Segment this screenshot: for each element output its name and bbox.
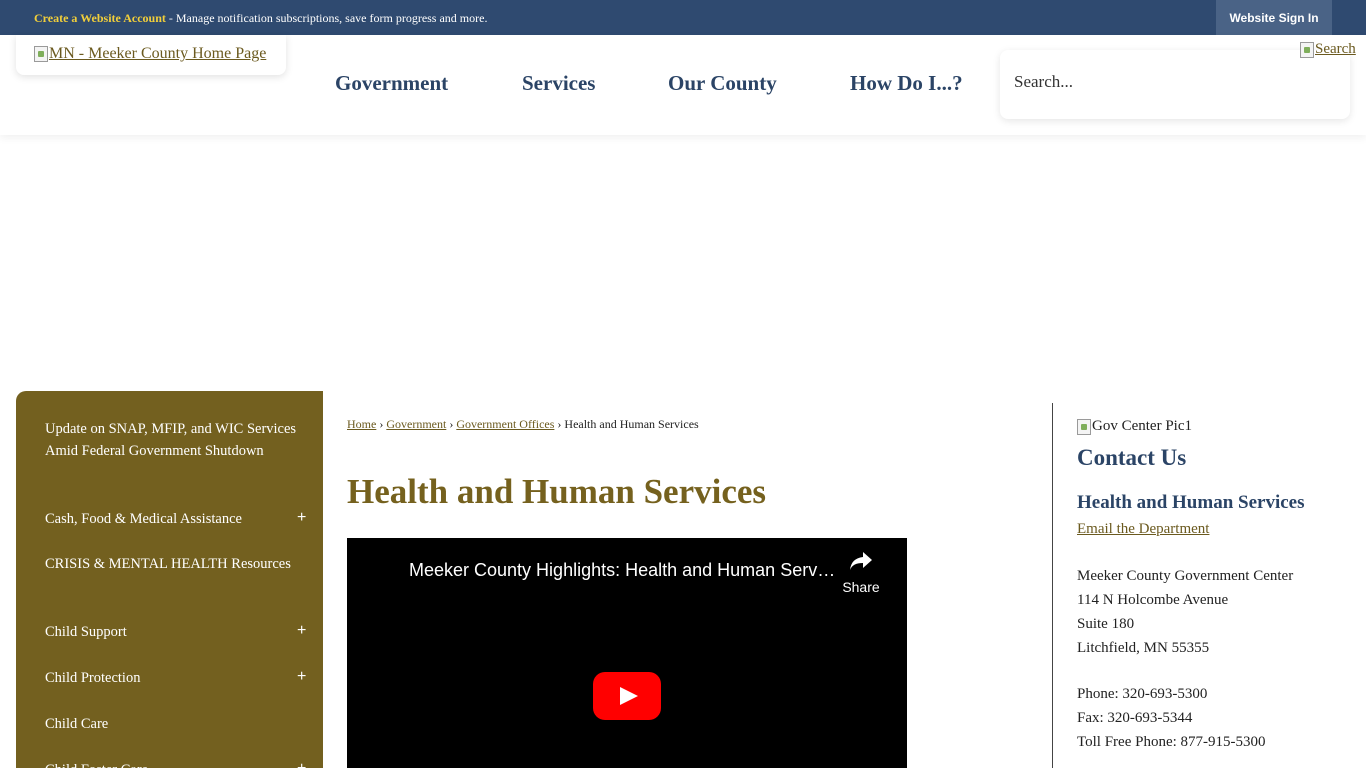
broken-image-icon — [1077, 418, 1091, 435]
share-icon — [850, 552, 872, 570]
breadcrumb-separator: › — [379, 417, 384, 431]
share-button[interactable]: Share — [835, 550, 887, 595]
contact-heading: Contact Us — [1077, 445, 1187, 470]
address-line: Meeker County Government Center — [1077, 568, 1294, 584]
search-icon — [1300, 41, 1314, 58]
gov-center-image: Gov Center Pic1 — [1077, 418, 1192, 435]
department-name: Health and Human Services — [1077, 492, 1305, 513]
nav-government[interactable]: Government — [335, 71, 448, 96]
search-button-alt: Search — [1315, 41, 1356, 57]
content-divider — [1052, 403, 1053, 768]
play-icon[interactable] — [593, 672, 661, 720]
video-player[interactable]: Meeker County Highlights: Health and Hum… — [347, 538, 907, 768]
breadcrumb-separator: › — [557, 417, 562, 431]
sidebar-item-child-foster-care[interactable]: Child Foster Care — [45, 760, 305, 768]
nav-our-county[interactable]: Our County — [668, 71, 777, 96]
logo-card: MN - Meeker County Home Page — [16, 35, 286, 75]
nav-services[interactable]: Services — [522, 71, 595, 96]
breadcrumb-home[interactable]: Home — [347, 417, 376, 431]
home-logo-link[interactable]: MN - Meeker County Home Page — [34, 45, 266, 63]
sidebar-item-child-protection[interactable]: Child Protection — [45, 668, 305, 690]
search-box — [1000, 50, 1350, 119]
toll-free-number: Toll Free Phone: 877-915-5300 — [1077, 734, 1266, 750]
sidebar-item-snap-update[interactable]: Update on SNAP, MFIP, and WIC Services A… — [45, 419, 305, 462]
broken-image-icon — [34, 46, 48, 62]
sidebar-item-child-care[interactable]: Child Care — [45, 714, 305, 736]
sidebar-item-cash-food-medical[interactable]: Cash, Food & Medical Assistance — [45, 509, 305, 531]
breadcrumb: Home › Government › Government Offices ›… — [347, 417, 699, 432]
video-title[interactable]: Meeker County Highlights: Health and Hum… — [409, 560, 839, 581]
breadcrumb-current: Health and Human Services — [564, 417, 699, 431]
address-line: Litchfield, MN 55355 — [1077, 640, 1210, 656]
page-title: Health and Human Services — [347, 472, 767, 511]
sidebar-item-crisis-mental-health[interactable]: CRISIS & MENTAL HEALTH Resources — [45, 554, 305, 576]
breadcrumb-government-offices[interactable]: Government Offices — [456, 417, 554, 431]
notification-message: Create a Website Account - Manage notifi… — [34, 11, 487, 26]
breadcrumb-government[interactable]: Government — [386, 417, 446, 431]
notification-bar: Create a Website Account - Manage notifi… — [0, 0, 1366, 35]
fax-number: Fax: 320-693-5344 — [1077, 710, 1193, 726]
address-line: Suite 180 — [1077, 616, 1135, 632]
expand-plus-icon[interactable]: + — [297, 622, 306, 640]
logo-alt-text: MN - Meeker County Home Page — [49, 45, 267, 62]
share-label: Share — [842, 579, 880, 595]
expand-plus-icon[interactable]: + — [297, 760, 306, 768]
sign-in-button[interactable]: Website Sign In — [1216, 0, 1332, 35]
breadcrumb-separator: › — [449, 417, 454, 431]
nav-how-do-i[interactable]: How Do I...? — [850, 71, 963, 96]
phone-number: Phone: 320-693-5300 — [1077, 686, 1208, 702]
expand-plus-icon[interactable]: + — [297, 509, 306, 527]
sidebar-item-child-support[interactable]: Child Support — [45, 622, 305, 644]
search-input[interactable] — [1014, 72, 1294, 92]
email-department-link[interactable]: Email the Department — [1077, 521, 1209, 538]
expand-plus-icon[interactable]: + — [297, 668, 306, 686]
address-line: 114 N Holcombe Avenue — [1077, 592, 1229, 608]
search-button[interactable]: Search — [1300, 41, 1356, 58]
gov-center-alt-text: Gov Center Pic1 — [1092, 418, 1192, 434]
notification-text: - Manage notification subscriptions, sav… — [165, 11, 488, 25]
create-account-link[interactable]: Create a Website Account — [34, 11, 166, 25]
sidebar-nav: Update on SNAP, MFIP, and WIC Services A… — [16, 391, 323, 768]
site-header: MN - Meeker County Home Page Government … — [0, 35, 1366, 135]
